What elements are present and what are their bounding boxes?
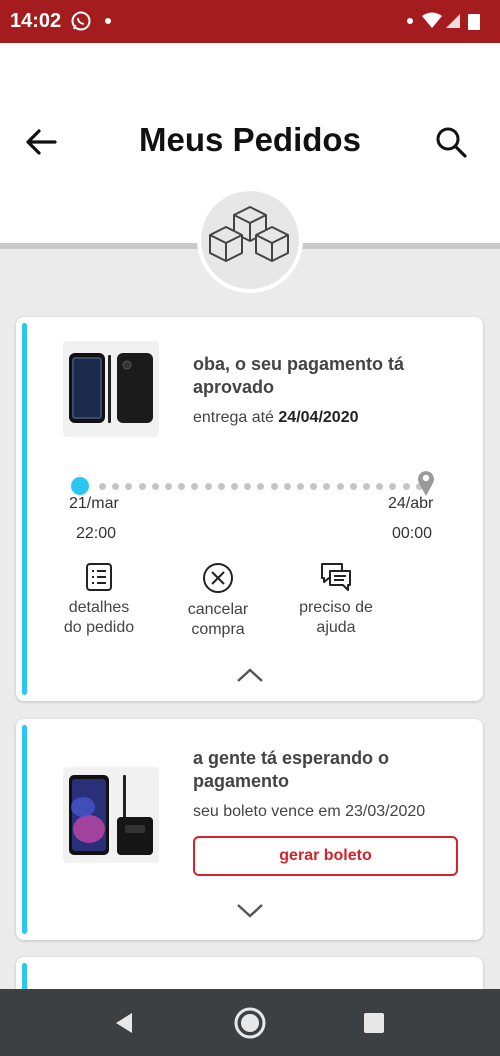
progress-track-dot	[336, 483, 344, 490]
cancel-circle-icon	[203, 563, 233, 593]
progress-track-dot	[125, 483, 133, 490]
generate-boleto-button[interactable]: gerar boleto	[193, 836, 458, 876]
progress-track-dot	[99, 483, 106, 490]
progress-track-dot	[191, 483, 199, 490]
progress-track-dot	[244, 483, 252, 490]
order-details-label: detalhes do pedido	[63, 599, 135, 636]
progress-track-dot	[363, 483, 370, 490]
progress-start-time: 22:00	[76, 525, 117, 542]
progress-start-dot	[71, 477, 89, 495]
progress-track-dot	[257, 483, 265, 490]
progress-track-dot	[178, 483, 186, 490]
help-label: preciso de ajuda	[299, 599, 373, 636]
card-accent-bar	[22, 323, 27, 695]
status-time: 14:02	[10, 10, 62, 32]
notification-dot-icon	[105, 18, 111, 24]
chevron-up-icon[interactable]	[236, 667, 264, 683]
progress-track-dot	[204, 483, 212, 490]
cancel-purchase-button[interactable]: cancelar compra	[163, 562, 273, 640]
product-image-galaxy	[63, 767, 159, 863]
order-status-title: a gente tá esperando o pagamento	[193, 748, 390, 791]
progress-end-time: 00:00	[392, 525, 433, 542]
location-pin-icon	[418, 471, 434, 496]
order-status-title: oba, o seu pagamento tá aprovado	[193, 354, 405, 397]
back-triangle-icon[interactable]	[112, 1011, 136, 1035]
progress-track-dot	[112, 483, 120, 490]
page-title: Meus Pedidos	[139, 121, 361, 158]
boxes-icon	[209, 206, 289, 262]
boleto-due-date: seu boleto vence em 23/03/2020	[193, 803, 426, 820]
boxes-badge	[197, 187, 303, 293]
signal-battery-icon	[422, 12, 480, 30]
order-card[interactable]: oba, o seu pagamento tá aprovado entrega…	[16, 317, 483, 701]
progress-track-dot	[310, 483, 318, 490]
progress-track-dot	[165, 483, 172, 490]
notification-dot-icon	[407, 18, 413, 24]
help-button[interactable]: preciso de ajuda	[281, 562, 391, 638]
whatsapp-icon	[71, 11, 91, 31]
system-nav-bar	[0, 989, 500, 1056]
progress-track-dot	[297, 483, 304, 490]
progress-track-dot	[231, 483, 238, 490]
home-circle-icon[interactable]	[233, 1006, 267, 1040]
progress-track-dot	[389, 483, 397, 490]
chat-icon	[321, 563, 351, 591]
status-bar: 14:02	[0, 0, 500, 43]
progress-track-dot	[283, 483, 291, 490]
card-accent-bar	[22, 725, 27, 934]
phone-icon	[69, 775, 153, 855]
order-card[interactable]: a gente tá esperando o pagamento seu bol…	[16, 719, 483, 940]
progress-track-dot	[349, 483, 357, 490]
progress-track-dot	[270, 483, 278, 490]
progress-end-date: 24/abr	[388, 495, 434, 512]
progress-start-date: 21/mar	[69, 495, 119, 512]
recents-square-icon[interactable]	[363, 1012, 385, 1034]
order-details-button[interactable]: detalhes do pedido	[44, 562, 154, 638]
delivery-estimate: entrega até 24/04/2020	[193, 409, 359, 426]
progress-track-dot	[323, 483, 331, 490]
progress-track-dot	[376, 483, 384, 490]
progress-track-dot	[402, 483, 410, 490]
phone-icon	[69, 353, 153, 423]
list-icon	[86, 563, 112, 591]
progress-track-dot	[138, 483, 146, 490]
progress-track-dot	[217, 483, 225, 490]
cancel-purchase-label: cancelar compra	[187, 601, 249, 638]
search-icon[interactable]	[432, 123, 470, 161]
product-image-iphone	[63, 341, 159, 437]
chevron-down-icon[interactable]	[236, 903, 264, 919]
progress-track-dot	[151, 483, 159, 490]
